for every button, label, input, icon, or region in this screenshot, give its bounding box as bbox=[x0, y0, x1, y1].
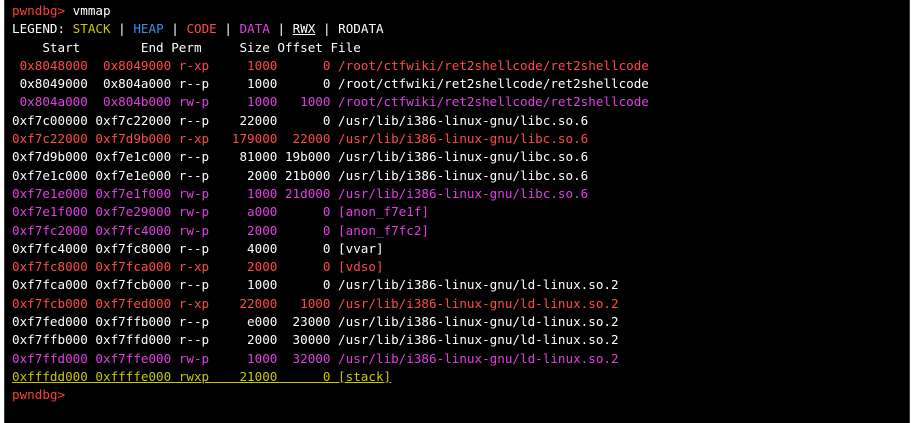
mapping-row: 0x8049000 0x804a000 r--p 1000 0 /root/ct… bbox=[12, 76, 649, 92]
mapping-row: 0xf7c22000 0xf7d9b000 r-xp 179000 22000 … bbox=[12, 131, 589, 147]
mapping-row: 0xf7e1e000 0xf7e1f000 rw-p 1000 21d000 /… bbox=[12, 185, 589, 201]
legend-rodata: RODATA bbox=[338, 21, 384, 37]
mapping-row: 0xf7e1c000 0xf7e1e000 r--p 2000 21b000 /… bbox=[12, 167, 589, 183]
mapping-row: 0xf7fc4000 0xf7fc8000 r--p 4000 0 [vvar] bbox=[12, 240, 384, 256]
legend-separator: | bbox=[315, 21, 339, 37]
legend-separator: | bbox=[163, 21, 187, 37]
legend-separator: | bbox=[216, 21, 240, 37]
mapping-row: 0xf7ffb000 0xf7ffd000 r--p 2000 30000 /u… bbox=[12, 332, 619, 348]
mapping-row: 0xf7c00000 0xf7c22000 r--p 22000 0 /usr/… bbox=[12, 112, 589, 128]
legend-stack: STACK bbox=[72, 21, 111, 37]
command-line: pwndbg> vmmap bbox=[12, 2, 909, 20]
legend-data: DATA bbox=[239, 21, 270, 37]
legend-separator: | bbox=[269, 21, 293, 37]
command-text: vmmap bbox=[65, 3, 111, 18]
legend-code: CODE bbox=[186, 21, 217, 37]
mapping-row: 0xf7d9b000 0xf7e1c000 r--p 81000 19b000 … bbox=[12, 149, 589, 165]
prompt: pwndbg> bbox=[12, 3, 66, 18]
mapping-row: 0xf7e1f000 0xf7e29000 rw-p a000 0 [anon_… bbox=[12, 204, 430, 220]
mapping-row: 0xf7fca000 0xf7fcb000 r--p 1000 0 /usr/l… bbox=[12, 277, 619, 293]
legend-label: LEGEND: bbox=[12, 21, 73, 37]
mapping-row: 0xf7ffd000 0xf7ffe000 rw-p 1000 32000 /u… bbox=[12, 350, 619, 366]
legend-heap: HEAP bbox=[133, 21, 164, 37]
legend-rwx: RWX bbox=[292, 21, 316, 37]
prompt: pwndbg> bbox=[12, 387, 66, 403]
mapping-row: 0xf7fcb000 0xf7fed000 r-xp 22000 1000 /u… bbox=[12, 295, 619, 311]
legend-separator: | bbox=[110, 21, 134, 37]
mapping-row: 0x804a000 0x804b000 rw-p 1000 1000 /root… bbox=[12, 94, 649, 110]
legend-line: LEGEND: STACK | HEAP | CODE | DATA | RWX… bbox=[12, 20, 909, 38]
mapping-row: 0xf7fc8000 0xf7fca000 r-xp 2000 0 [vdso] bbox=[12, 259, 384, 275]
mapping-row: 0x8048000 0x8049000 r-xp 1000 0 /root/ct… bbox=[12, 57, 649, 73]
mapping-row: 0xf7fc2000 0xf7fc4000 rw-p 2000 0 [anon_… bbox=[12, 222, 430, 238]
mapping-row: 0xf7fed000 0xf7ffb000 r--p e000 23000 /u… bbox=[12, 314, 619, 330]
terminal-window[interactable]: pwndbg> vmmap LEGEND: STACK | HEAP | COD… bbox=[4, 0, 910, 423]
mapping-row-stack: 0xfffdd000 0xffffe000 rwxp 21000 0 [stac… bbox=[12, 368, 392, 384]
command-line[interactable]: pwndbg> bbox=[12, 386, 909, 404]
table-header: Start End Perm Size Offset File bbox=[12, 39, 361, 55]
